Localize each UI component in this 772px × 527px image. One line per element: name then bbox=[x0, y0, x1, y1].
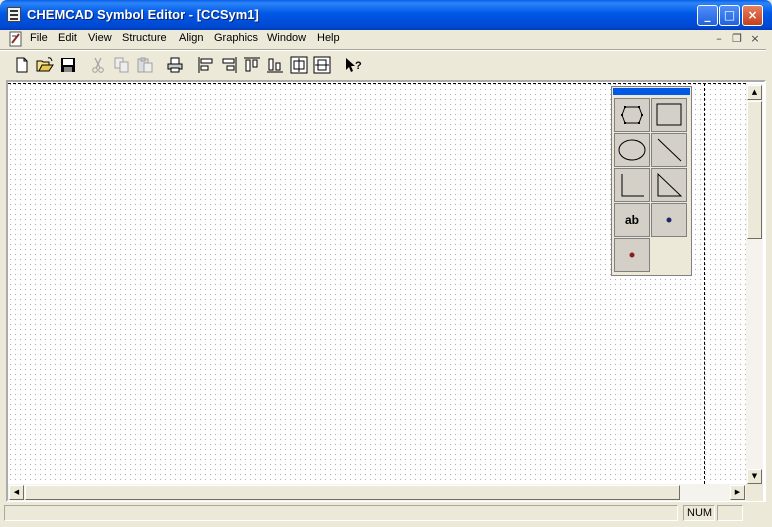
mdi-minimize-button[interactable]: – bbox=[712, 32, 726, 46]
text-tool-button[interactable]: ab bbox=[614, 203, 650, 237]
context-help-button[interactable]: ? bbox=[342, 54, 364, 76]
status-message-pane bbox=[4, 505, 678, 521]
app-icon[interactable] bbox=[7, 7, 21, 22]
new-button[interactable] bbox=[11, 54, 33, 76]
mdi-close-button[interactable]: × bbox=[748, 32, 762, 46]
menu-bar bbox=[0, 30, 772, 49]
window-title: CHEMCAD Symbol Editor - [CCSym1] bbox=[27, 7, 259, 22]
minimize-button[interactable]: _ bbox=[697, 5, 718, 26]
menu-align[interactable]: Align bbox=[179, 32, 203, 46]
vertical-scroll-thumb[interactable] bbox=[747, 101, 762, 239]
point-tool-button[interactable] bbox=[651, 203, 687, 237]
align-right-button[interactable] bbox=[218, 54, 240, 76]
status-scroll-pane bbox=[717, 505, 743, 521]
svg-text:?: ? bbox=[355, 60, 362, 72]
align-top-button[interactable] bbox=[241, 54, 263, 76]
save-button[interactable] bbox=[57, 54, 79, 76]
ellipse-tool-button[interactable] bbox=[614, 133, 650, 167]
scroll-corner bbox=[746, 484, 763, 501]
polyline-icon bbox=[621, 174, 644, 197]
menu-view[interactable]: View bbox=[88, 32, 112, 46]
triangle-tool-button[interactable] bbox=[651, 168, 687, 202]
menu-structure[interactable]: Structure bbox=[122, 32, 167, 46]
menu-file[interactable]: File bbox=[30, 32, 48, 46]
align-bottom-icon bbox=[267, 58, 283, 73]
menu-help[interactable]: Help bbox=[317, 32, 340, 46]
document-icon[interactable] bbox=[9, 31, 23, 47]
print-icon bbox=[167, 57, 183, 73]
align-right-icon bbox=[222, 57, 237, 73]
center-horizontal-button[interactable] bbox=[288, 54, 310, 76]
menu-edit[interactable]: Edit bbox=[58, 32, 77, 46]
polyline-tool-button[interactable] bbox=[614, 168, 650, 202]
title-bar: CHEMCAD Symbol Editor - [CCSym1] _ □ × bbox=[0, 0, 772, 30]
point-icon bbox=[666, 217, 672, 223]
page-boundary-top bbox=[8, 83, 746, 84]
new-icon bbox=[16, 57, 28, 73]
ellipse-icon bbox=[618, 139, 646, 161]
align-bottom-button[interactable] bbox=[264, 54, 286, 76]
horizontal-scroll-thumb[interactable] bbox=[25, 485, 680, 500]
menu-graphics[interactable]: Graphics bbox=[214, 32, 258, 46]
connection-point-icon bbox=[629, 252, 635, 258]
page-boundary-right bbox=[704, 83, 705, 484]
center-horizontal-icon bbox=[290, 56, 308, 74]
close-button[interactable]: × bbox=[742, 5, 763, 26]
scroll-up-button[interactable]: ▲ bbox=[747, 85, 762, 100]
center-vertical-icon bbox=[313, 56, 331, 74]
paste-button[interactable] bbox=[134, 54, 156, 76]
rectangle-tool-button[interactable] bbox=[651, 98, 687, 132]
context-help-icon: ? bbox=[346, 58, 362, 72]
print-button[interactable] bbox=[164, 54, 186, 76]
polygon-icon bbox=[621, 106, 643, 124]
save-icon bbox=[61, 58, 75, 72]
cut-button[interactable] bbox=[87, 54, 109, 76]
cut-icon bbox=[92, 57, 104, 73]
align-left-button[interactable] bbox=[195, 54, 217, 76]
open-icon bbox=[36, 57, 54, 72]
align-left-icon bbox=[198, 57, 213, 73]
scroll-down-button[interactable]: ▼ bbox=[747, 469, 762, 484]
copy-button[interactable] bbox=[111, 54, 133, 76]
scroll-right-button[interactable]: ▶ bbox=[730, 485, 745, 500]
maximize-button[interactable]: □ bbox=[719, 5, 740, 26]
line-icon bbox=[657, 138, 682, 162]
text-tool-label: ab bbox=[624, 213, 639, 227]
align-top-icon bbox=[244, 57, 260, 72]
copy-icon bbox=[114, 57, 129, 73]
polygon-tool-button[interactable] bbox=[614, 98, 650, 132]
paste-icon bbox=[137, 57, 153, 73]
window-right-edge bbox=[766, 30, 772, 527]
connection-point-tool-button[interactable] bbox=[614, 238, 650, 272]
triangle-icon bbox=[657, 172, 683, 197]
palette-title-bar[interactable] bbox=[613, 88, 690, 95]
scroll-left-button[interactable]: ◀ bbox=[9, 485, 24, 500]
center-vertical-button[interactable] bbox=[311, 54, 333, 76]
status-num: NUM bbox=[683, 505, 715, 521]
mdi-restore-button[interactable]: ❐ bbox=[730, 32, 744, 46]
line-tool-button[interactable] bbox=[651, 133, 687, 167]
rectangle-icon bbox=[656, 103, 682, 126]
open-button[interactable] bbox=[34, 54, 56, 76]
menu-window[interactable]: Window bbox=[267, 32, 306, 46]
